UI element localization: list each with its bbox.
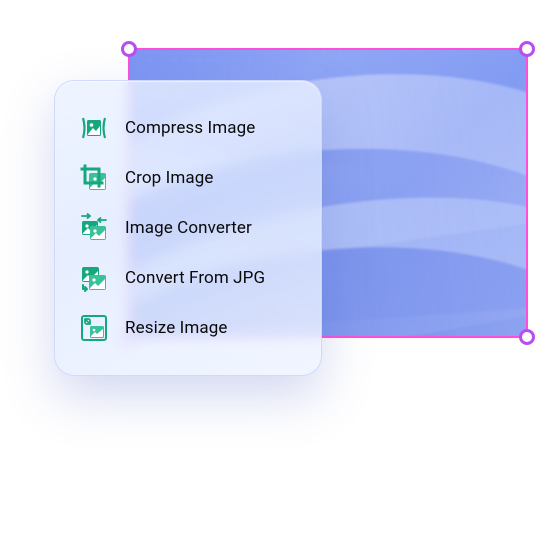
resize-icon [79,313,109,343]
menu-item-label: Convert From JPG [125,268,265,288]
menu-item-label: Crop Image [125,168,213,188]
converter-icon [79,213,109,243]
menu-item-label: Compress Image [125,118,255,138]
compress-icon [79,113,109,143]
menu-item-compress[interactable]: Compress Image [67,103,309,153]
menu-item-convert-from-jpg[interactable]: Convert From JPG [67,253,309,303]
menu-item-converter[interactable]: Image Converter [67,203,309,253]
resize-handle-top-left[interactable] [121,41,137,57]
menu-item-label: Image Converter [125,218,252,238]
menu-item-crop[interactable]: Crop Image [67,153,309,203]
resize-handle-bottom-right[interactable] [519,329,535,345]
resize-handle-top-right[interactable] [519,41,535,57]
image-tools-menu: Compress Image Crop Image [54,80,322,376]
editor-canvas: Compress Image Crop Image [0,0,548,548]
convert-from-jpg-icon [79,263,109,293]
menu-item-resize[interactable]: Resize Image [67,303,309,353]
crop-icon [79,163,109,193]
menu-item-label: Resize Image [125,318,227,338]
